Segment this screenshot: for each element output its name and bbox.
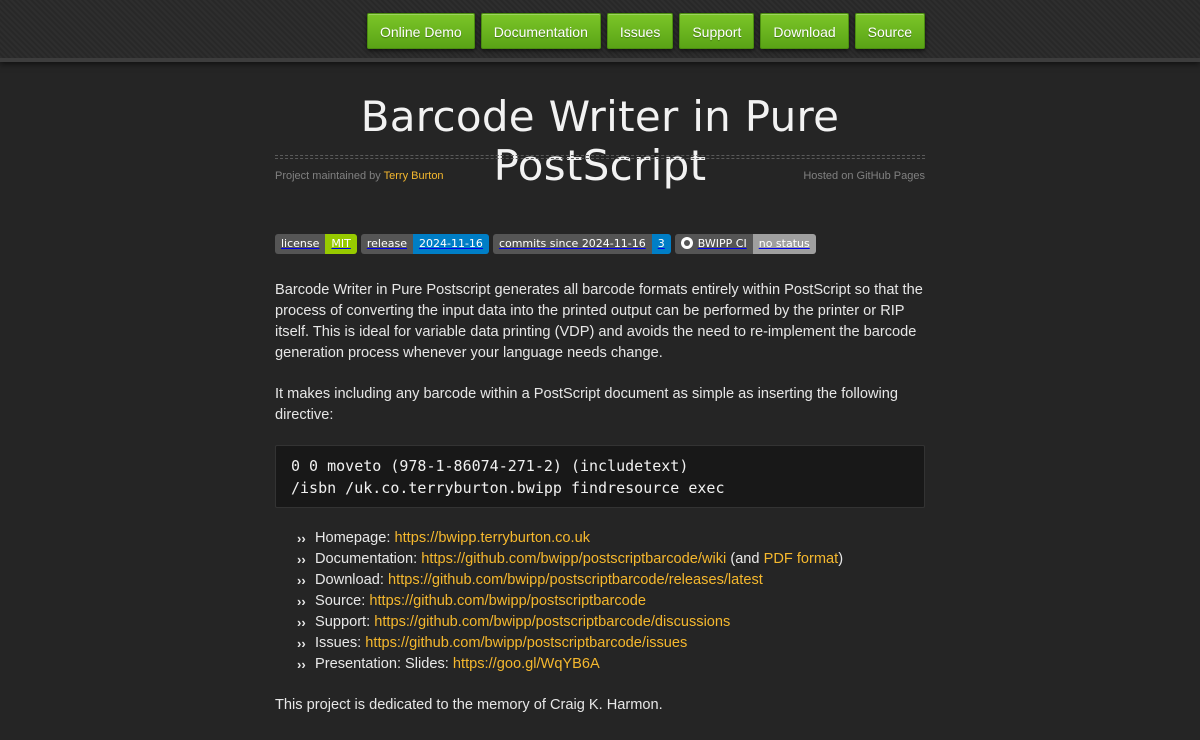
- nav-issues-button[interactable]: Issues: [606, 13, 674, 49]
- title-divider: [275, 155, 925, 159]
- directive-paragraph: It makes including any barcode within a …: [275, 386, 898, 423]
- commits-badge[interactable]: commits since 2024-11-16 3: [492, 234, 671, 254]
- link-label: Presentation: Slides:: [315, 656, 449, 672]
- issues-link[interactable]: https://github.com/bwipp/postscriptbarco…: [365, 633, 687, 654]
- bullet-icon: ››: [297, 594, 306, 609]
- link-label: Download:: [315, 572, 384, 588]
- maintainer-line: Project maintained by Terry Burton: [275, 170, 444, 182]
- code-line: 0 0 moveto (978-1-86074-271-2) (includet…: [291, 457, 689, 475]
- ci-status-badge[interactable]: BWIPP CI no status: [674, 234, 816, 254]
- bullet-icon: ››: [297, 573, 306, 588]
- list-item: ›› Homepage: https://bwipp.terryburton.c…: [297, 528, 843, 549]
- bullet-icon: ››: [297, 657, 306, 672]
- link-label: Support:: [315, 614, 371, 630]
- release-badge[interactable]: release 2024-11-16: [360, 234, 489, 254]
- list-item: ›› Presentation: Slides: https://goo.gl/…: [297, 654, 843, 675]
- badge-row: license MIT release 2024-11-16 commits s…: [275, 234, 816, 254]
- nav-download-button[interactable]: Download: [760, 13, 849, 49]
- badge-key: commits since 2024-11-16: [492, 234, 652, 254]
- code-block: 0 0 moveto (978-1-86074-271-2) (includet…: [275, 445, 925, 508]
- badge-key-text: BWIPP CI: [697, 237, 747, 250]
- bullet-icon: ››: [297, 636, 306, 651]
- intro-paragraph: Barcode Writer in Pure Postscript genera…: [275, 282, 923, 361]
- badge-key: BWIPP CI: [674, 234, 753, 254]
- list-item: ›› Source: https://github.com/bwipp/post…: [297, 591, 843, 612]
- hosted-on-text: Hosted on GitHub Pages: [803, 170, 925, 182]
- list-item: ›› Download: https://github.com/bwipp/po…: [297, 570, 843, 591]
- dedication-text: This project is dedicated to the memory …: [275, 697, 663, 713]
- list-item: ›› Issues: https://github.com/bwipp/post…: [297, 633, 843, 654]
- list-item: ›› Documentation: https://github.com/bwi…: [297, 549, 843, 570]
- nav-source-button[interactable]: Source: [854, 13, 925, 49]
- link-label: Issues:: [315, 635, 362, 651]
- slides-link[interactable]: https://goo.gl/WqYB6A: [453, 654, 600, 675]
- bullet-icon: ››: [297, 531, 306, 546]
- main-nav: Online Demo Documentation Issues Support…: [366, 13, 925, 49]
- maintainer-link[interactable]: Terry Burton: [384, 170, 444, 182]
- list-item: ›› Support: https://github.com/bwipp/pos…: [297, 612, 843, 633]
- badge-value: no status: [752, 234, 816, 254]
- support-link[interactable]: https://github.com/bwipp/postscriptbarco…: [374, 612, 730, 633]
- download-link[interactable]: https://github.com/bwipp/postscriptbarco…: [388, 570, 763, 591]
- badge-value: MIT: [325, 234, 357, 254]
- maintained-prefix: Project maintained by: [275, 170, 384, 182]
- link-text: ): [838, 551, 844, 567]
- badge-key: license: [275, 234, 326, 254]
- nav-documentation-button[interactable]: Documentation: [480, 13, 601, 49]
- link-label: Homepage:: [315, 530, 391, 546]
- source-link[interactable]: https://github.com/bwipp/postscriptbarco…: [369, 591, 646, 612]
- nav-online-demo-button[interactable]: Online Demo: [366, 13, 475, 49]
- license-badge[interactable]: license MIT: [275, 234, 357, 254]
- link-text: (and: [726, 551, 764, 567]
- nav-support-button[interactable]: Support: [679, 13, 755, 49]
- pdf-format-link[interactable]: PDF format: [764, 549, 839, 570]
- homepage-link[interactable]: https://bwipp.terryburton.co.uk: [395, 528, 591, 549]
- badge-key: release: [360, 234, 413, 254]
- code-line: /isbn /uk.co.terryburton.bwipp findresou…: [291, 479, 725, 497]
- link-label: Documentation:: [315, 551, 418, 567]
- badge-value: 3: [651, 234, 671, 254]
- bullet-icon: ››: [297, 615, 306, 630]
- links-list: ›› Homepage: https://bwipp.terryburton.c…: [297, 528, 843, 675]
- documentation-link[interactable]: https://github.com/bwipp/postscriptbarco…: [421, 549, 726, 570]
- badge-value: 2024-11-16: [413, 234, 489, 254]
- top-bar: Online Demo Documentation Issues Support…: [0, 0, 1200, 62]
- link-label: Source:: [315, 593, 366, 609]
- bullet-icon: ››: [297, 552, 306, 567]
- github-icon: [680, 237, 693, 249]
